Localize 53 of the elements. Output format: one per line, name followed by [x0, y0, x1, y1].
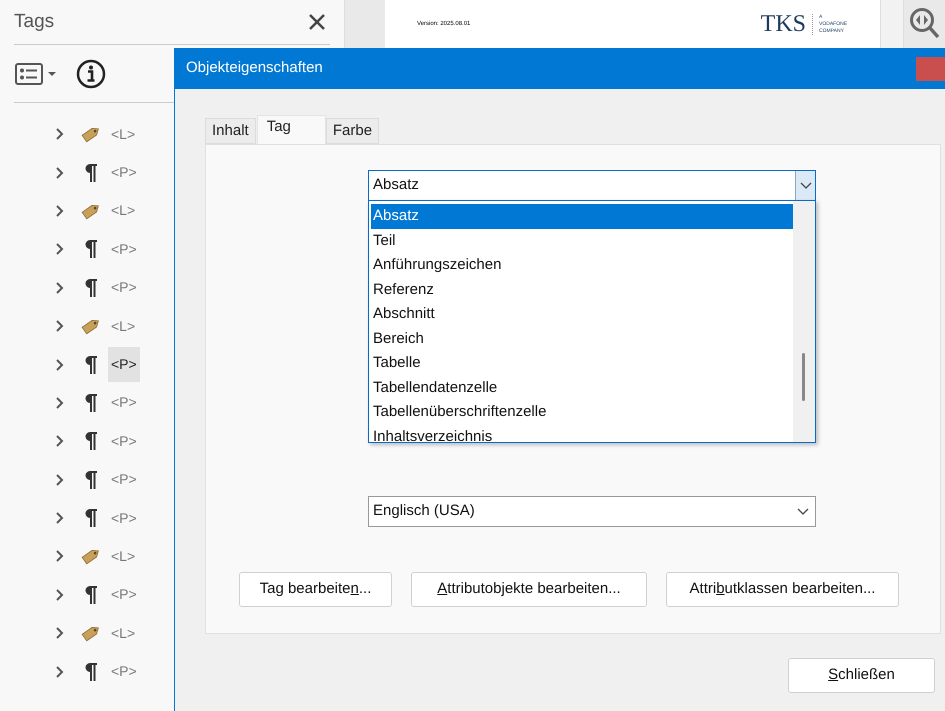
logo-text: TKS — [760, 10, 806, 39]
dropdown-option[interactable]: Tabellendatenzelle — [371, 376, 793, 400]
tab[interactable]: Farbe — [326, 118, 380, 144]
dropdown-option[interactable]: Absatz — [371, 204, 793, 228]
tree-item[interactable]: <L> — [108, 193, 138, 228]
dropdown-option[interactable]: Teil — [371, 228, 793, 253]
action-button[interactable]: Attributklassen bearbeiten... — [666, 572, 899, 607]
tree-item[interactable]: <P> — [108, 232, 140, 267]
tree-item[interactable]: <L> — [108, 116, 138, 152]
tree-item[interactable]: <L> — [108, 616, 138, 651]
tab[interactable]: Tag — [256, 115, 326, 144]
action-button[interactable]: Attributobjekte bearbeiten... — [411, 572, 647, 607]
pilcrow-icon — [84, 431, 98, 452]
dropdown-option[interactable]: Inhaltsverzeichnis — [371, 424, 793, 442]
panel-title: Tags — [14, 10, 54, 34]
dropdown-option[interactable]: Abschnitt — [371, 302, 793, 326]
scrollbar-thumb[interactable] — [802, 353, 805, 401]
pilcrow-icon — [84, 354, 98, 375]
pilcrow-icon — [84, 392, 98, 413]
close-icon[interactable] — [308, 13, 326, 31]
language-dropdown[interactable]: Englisch (USA) — [368, 496, 816, 527]
tree-item[interactable]: <L> — [108, 538, 138, 574]
pilcrow-icon — [84, 584, 98, 605]
pilcrow-icon — [84, 239, 98, 260]
zoom-icon[interactable] — [908, 7, 940, 41]
tree-item[interactable]: <P> — [108, 462, 140, 498]
tree-item[interactable]: <P> — [108, 577, 140, 612]
chevron-down-icon — [800, 182, 812, 190]
tab[interactable]: Inhalt — [205, 118, 256, 144]
dropdown-option[interactable]: Tabelle — [371, 351, 793, 376]
tree-item[interactable]: <P> — [108, 424, 140, 459]
tree-item[interactable]: <P> — [108, 155, 140, 190]
pilcrow-icon — [84, 470, 98, 490]
dropdown-option[interactable]: Referenz — [371, 278, 793, 302]
tag-type-dropdown[interactable]: Absatz — [368, 170, 816, 201]
info-icon[interactable] — [76, 58, 106, 88]
pilcrow-icon — [84, 162, 98, 183]
dropdown-option[interactable]: Bereich — [371, 326, 793, 351]
dropdown-option[interactable]: Tabellenüberschriftenzelle — [371, 400, 793, 424]
chevron-down-icon — [797, 508, 809, 516]
tree-item[interactable]: <P> — [108, 270, 140, 306]
dropdown-option[interactable]: Anführungszeichen — [371, 253, 793, 278]
tree-item[interactable]: <P> — [108, 347, 140, 382]
close-button[interactable]: Schließen — [788, 658, 935, 693]
pilcrow-icon — [84, 508, 98, 528]
tree-item[interactable]: <P> — [108, 500, 140, 536]
tree-item[interactable]: <L> — [108, 308, 138, 344]
tree-item[interactable]: <P> — [108, 654, 140, 690]
tree-item[interactable]: <P> — [108, 385, 140, 420]
pilcrow-icon — [84, 662, 98, 682]
action-button[interactable]: Tag bearbeiten... — [239, 572, 392, 607]
dialog-title: Objekteigenschaften — [186, 58, 323, 78]
pilcrow-icon — [84, 278, 98, 298]
